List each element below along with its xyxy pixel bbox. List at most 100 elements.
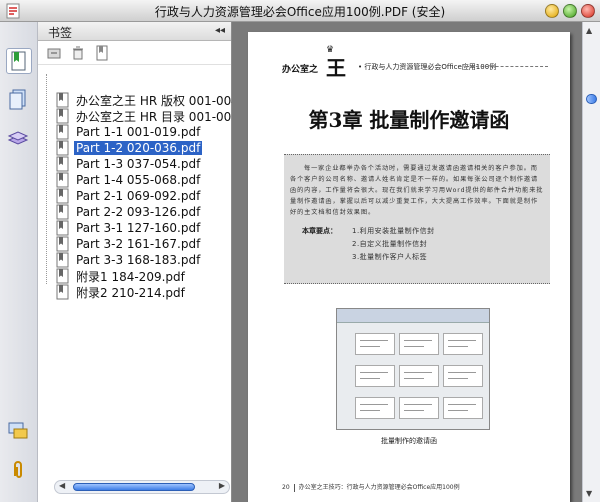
chapter-intro-box: 每一家企业都举办各个活动时，需要通过发邀请函邀请相关的客户参加。而各个客户的公司… <box>284 154 550 284</box>
scroll-right-arrow-icon[interactable]: ▶ <box>219 481 225 490</box>
bookmark-icon <box>56 252 69 268</box>
bookmark-item[interactable]: 办公室之王 HR 版权 001-004.pdf <box>56 92 232 108</box>
figure-card <box>443 333 483 355</box>
bookmark-icon <box>56 124 69 140</box>
bookmark-label: Part 1-1 001-019.pdf <box>76 125 201 139</box>
comment-icon <box>8 422 28 439</box>
bookmark-label: 附录2 210-214.pdf <box>76 285 185 300</box>
comments-tab[interactable] <box>6 420 32 446</box>
document-vertical-scrollbar[interactable]: ▲ ▼ <box>582 22 600 502</box>
bookmarks-toolbar <box>38 41 231 65</box>
bookmark-item[interactable]: 附录1 184-209.pdf <box>56 268 232 284</box>
scroll-left-arrow-icon[interactable]: ◀ <box>59 481 65 490</box>
bookmark-item[interactable]: Part 1-1 001-019.pdf <box>56 124 232 140</box>
bookmark-icon <box>56 92 69 108</box>
bookmark-label: Part 3-1 127-160.pdf <box>76 221 201 235</box>
bookmark-label: Part 1-4 055-068.pdf <box>76 173 201 187</box>
scroll-down-arrow-icon[interactable]: ▼ <box>586 489 592 498</box>
new-bookmark-icon[interactable] <box>94 45 110 61</box>
pages-tab[interactable] <box>6 88 32 114</box>
pdf-page: 办公室之 ♛ 王 • 行政与人力资源管理必会Office应用100例 第3章 批… <box>248 32 570 502</box>
bookmark-item[interactable]: Part 1-2 020-036.pdf <box>56 140 232 156</box>
bookmark-label: 附录1 184-209.pdf <box>76 269 185 284</box>
figure-card <box>355 333 395 355</box>
close-button[interactable] <box>581 4 595 18</box>
bookmarks-panel-header: 书签 ◂◂ <box>38 22 231 41</box>
bookmark-item[interactable]: Part 2-1 069-092.pdf <box>56 188 232 204</box>
scroll-up-arrow-icon[interactable]: ▲ <box>586 26 592 35</box>
bookmark-item[interactable]: Part 2-2 093-126.pdf <box>56 204 232 220</box>
bookmark-icon <box>56 204 69 220</box>
brand-king: 王 <box>326 56 346 80</box>
bookmark-icon <box>56 188 69 204</box>
bookmark-item[interactable]: Part 1-4 055-068.pdf <box>56 172 232 188</box>
figure-card <box>443 397 483 419</box>
layers-icon <box>7 131 29 145</box>
figure-card <box>399 365 439 387</box>
figure-card <box>355 365 395 387</box>
bookmark-item[interactable]: Part 3-2 161-167.pdf <box>56 236 232 252</box>
bookmark-item[interactable]: Part 3-3 168-183.pdf <box>56 252 232 268</box>
delete-bookmark-icon[interactable] <box>70 45 86 61</box>
bookmark-item[interactable]: 办公室之王 HR 目录 001-006.pdf <box>56 108 232 124</box>
document-view[interactable]: 办公室之 ♛ 王 • 行政与人力资源管理必会Office应用100例 第3章 批… <box>232 22 582 502</box>
bookmark-icon <box>56 172 69 188</box>
collapse-panel-button[interactable]: ◂◂ <box>215 25 225 36</box>
invitation-figure <box>336 308 490 430</box>
key-point: 1.利用安装批量制作信封 <box>352 227 435 235</box>
key-point: 2.自定义批量制作信封 <box>352 240 428 248</box>
key-point: 3.批量制作客户人标签 <box>352 253 428 261</box>
bookmarks-panel: 书签 ◂◂ 办公室之王 HR 版权 001-004.pdf办公室之王 HR 目录… <box>38 22 232 502</box>
bookmark-label: Part 2-2 093-126.pdf <box>76 205 201 219</box>
key-points: 本章要点： 1.利用安装批量制作信封 2.自定义批量制作信封 3.批量制作客户人… <box>290 226 544 266</box>
navigation-tool-strip <box>0 22 38 502</box>
bookmarks-panel-title: 书签 <box>48 26 73 40</box>
window-title: 行政与人力资源管理必会Office应用100例.PDF (安全) <box>154 5 446 19</box>
figure-card <box>399 333 439 355</box>
tree-connector <box>46 74 47 284</box>
bookmark-icon <box>56 236 69 252</box>
figure-card <box>443 365 483 387</box>
page-number: 20 <box>282 484 290 491</box>
maximize-button[interactable] <box>563 4 577 18</box>
figure-card <box>399 397 439 419</box>
bookmark-icon <box>56 140 69 156</box>
scroll-thumb[interactable] <box>73 483 195 491</box>
bookmark-panel-icon <box>11 51 26 71</box>
footer-text: 办公室之王技巧：行政与人力资源管理必会Office应用100例 <box>298 484 460 491</box>
bookmark-label: 办公室之王 HR 版权 001-004.pdf <box>76 93 232 108</box>
brand-subtitle: • 行政与人力资源管理必会Office应用100例 <box>358 63 497 71</box>
bookmark-label: 办公室之王 HR 目录 001-006.pdf <box>76 109 232 124</box>
brand-prefix: 办公室之 <box>282 65 319 75</box>
page-footer: 20 办公室之王技巧：行政与人力资源管理必会Office应用100例 <box>282 482 548 492</box>
bookmark-icon <box>56 284 69 300</box>
bookmark-label: Part 3-2 161-167.pdf <box>76 237 201 251</box>
bookmark-item[interactable]: Part 3-1 127-160.pdf <box>56 220 232 236</box>
figure-caption: 批量制作的邀请函 <box>381 437 437 445</box>
bookmark-options-icon[interactable] <box>46 45 62 61</box>
bookmark-item[interactable]: 附录2 210-214.pdf <box>56 284 232 300</box>
figure-ribbon <box>337 309 489 323</box>
chapter-title: 第3章 批量制作邀请函 <box>308 108 510 132</box>
page-header: 办公室之 ♛ 王 • 行政与人力资源管理必会Office应用100例 <box>282 45 548 80</box>
bookmark-icon <box>56 220 69 236</box>
paperclip-icon <box>14 461 22 478</box>
layers-tab[interactable] <box>6 126 32 152</box>
bookmark-icon <box>56 156 69 172</box>
bookmark-label: Part 2-1 069-092.pdf <box>76 189 201 203</box>
minimize-button[interactable] <box>545 4 559 18</box>
header-divider <box>466 66 548 67</box>
key-points-label: 本章要点： <box>302 227 337 235</box>
bookmark-item[interactable]: Part 1-3 037-054.pdf <box>56 156 232 172</box>
bookmarks-tab[interactable] <box>6 48 32 74</box>
bookmarks-horizontal-scrollbar[interactable]: ◀ ▶ <box>54 480 230 494</box>
bookmark-icon <box>56 268 69 284</box>
bookmark-icon <box>56 108 69 124</box>
page-thumbnails-icon <box>9 89 26 110</box>
attachments-tab[interactable] <box>6 458 32 484</box>
document-scroll-thumb[interactable] <box>586 94 597 104</box>
chapter-intro-text: 每一家企业都举办各个活动时，需要通过发邀请函邀请相关的客户参加。而各个客户的公司… <box>290 165 544 216</box>
title-bar: 行政与人力资源管理必会Office应用100例.PDF (安全) <box>0 0 600 22</box>
bookmark-label: Part 1-3 037-054.pdf <box>76 157 201 171</box>
bookmark-tree: 办公室之王 HR 版权 001-004.pdf办公室之王 HR 目录 001-0… <box>38 66 232 466</box>
